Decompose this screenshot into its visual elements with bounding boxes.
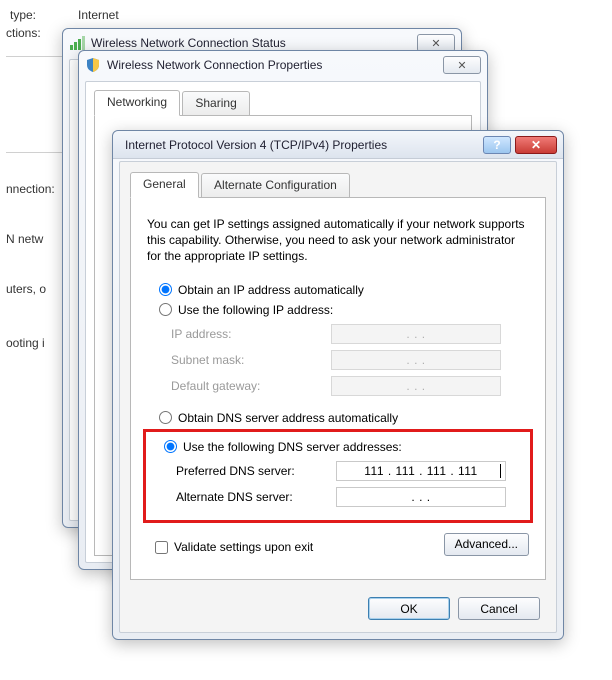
general-tab-pane: You can get IP settings assigned automat… — [130, 198, 546, 580]
help-icon[interactable]: ? — [483, 136, 511, 154]
radio-use-dns-input[interactable] — [164, 440, 177, 453]
properties-tabstrip: Networking Sharing — [94, 90, 472, 116]
ip-fields-group: IP address: . . . Subnet mask: . . . Def… — [171, 321, 529, 399]
alternate-dns-field[interactable]: . . . — [336, 487, 506, 507]
ipv4-titlebar[interactable]: Internet Protocol Version 4 (TCP/IPv4) P… — [113, 131, 563, 159]
bg-type-value: Internet — [78, 8, 119, 22]
validate-settings-checkbox[interactable] — [155, 541, 168, 554]
radio-obtain-dns-auto[interactable]: Obtain DNS server address automatically — [147, 409, 529, 427]
subnet-mask-field: . . . — [331, 350, 501, 370]
tab-sharing[interactable]: Sharing — [182, 91, 249, 115]
bg-connection-fragment: nnection: — [6, 182, 55, 196]
row-subnet-mask: Subnet mask: . . . — [171, 347, 529, 373]
ipv4-description: You can get IP settings assigned automat… — [147, 216, 529, 265]
row-ip-address: IP address: . . . — [171, 321, 529, 347]
ipv4-tabstrip: General Alternate Configuration — [130, 172, 546, 198]
dns-highlight-box: Use the following DNS server addresses: … — [143, 429, 533, 523]
tab-networking[interactable]: Networking — [94, 90, 180, 116]
ipv4-properties-window: Internet Protocol Version 4 (TCP/IPv4) P… — [112, 130, 564, 640]
wireless-status-title: Wireless Network Connection Status — [91, 36, 413, 50]
radio-obtain-ip-auto[interactable]: Obtain an IP address automatically — [147, 281, 529, 299]
radio-use-dns[interactable]: Use the following DNS server addresses: — [152, 438, 524, 456]
preferred-dns-value: 111 . 111 . 111 . 111 — [364, 464, 477, 478]
ipv4-title: Internet Protocol Version 4 (TCP/IPv4) P… — [119, 138, 483, 152]
validate-advanced-row: Validate settings upon exit Advanced... — [147, 533, 529, 556]
cancel-button[interactable]: Cancel — [458, 597, 540, 620]
ip-address-field: . . . — [331, 324, 501, 344]
bg-routers-fragment: uters, o — [6, 282, 46, 296]
ipv4-footer-buttons: OK Cancel — [368, 597, 540, 620]
wireless-properties-title: Wireless Network Connection Properties — [107, 58, 439, 72]
divider — [6, 56, 62, 57]
bg-type-label: type: — [10, 8, 36, 22]
default-gateway-field: . . . — [331, 376, 501, 396]
text-caret — [500, 464, 501, 478]
ok-button[interactable]: OK — [368, 597, 450, 620]
radio-use-ip[interactable]: Use the following IP address: — [147, 301, 529, 319]
shield-icon — [85, 57, 101, 73]
radio-use-ip-label: Use the following IP address: — [178, 303, 333, 317]
default-gateway-label: Default gateway: — [171, 379, 331, 393]
row-preferred-dns: Preferred DNS server: 111 . 111 . 111 . … — [176, 458, 524, 484]
ipv4-body: General Alternate Configuration You can … — [119, 161, 557, 633]
dns-fields-group: Preferred DNS server: 111 . 111 . 111 . … — [176, 458, 524, 510]
radio-obtain-ip-auto-label: Obtain an IP address automatically — [178, 283, 364, 297]
tab-general[interactable]: General — [130, 172, 199, 198]
signal-bars-icon — [69, 35, 85, 51]
close-icon[interactable]: ✕ — [515, 136, 557, 154]
validate-settings-label: Validate settings upon exit — [174, 540, 313, 554]
close-icon[interactable]: ✕ — [443, 56, 481, 74]
radio-obtain-dns-auto-input[interactable] — [159, 411, 172, 424]
bg-troubleshoot-fragment: ooting i — [6, 336, 45, 350]
advanced-button[interactable]: Advanced... — [444, 533, 529, 556]
radio-use-dns-label: Use the following DNS server addresses: — [183, 440, 402, 454]
radio-use-ip-input[interactable] — [159, 303, 172, 316]
alternate-dns-label: Alternate DNS server: — [176, 490, 336, 504]
row-alternate-dns: Alternate DNS server: . . . — [176, 484, 524, 510]
bg-connections-label: ctions: — [6, 26, 41, 40]
preferred-dns-field[interactable]: 111 . 111 . 111 . 111 — [336, 461, 506, 481]
row-default-gateway: Default gateway: . . . — [171, 373, 529, 399]
divider — [6, 152, 62, 153]
subnet-mask-label: Subnet mask: — [171, 353, 331, 367]
bg-network-fragment: N netw — [6, 232, 43, 246]
preferred-dns-label: Preferred DNS server: — [176, 464, 336, 478]
radio-obtain-ip-auto-input[interactable] — [159, 283, 172, 296]
radio-obtain-dns-auto-label: Obtain DNS server address automatically — [178, 411, 398, 425]
ip-address-label: IP address: — [171, 327, 331, 341]
wireless-properties-titlebar[interactable]: Wireless Network Connection Properties ✕ — [79, 51, 487, 79]
tab-alternate-configuration[interactable]: Alternate Configuration — [201, 173, 350, 197]
validate-settings-row[interactable]: Validate settings upon exit — [147, 540, 444, 554]
